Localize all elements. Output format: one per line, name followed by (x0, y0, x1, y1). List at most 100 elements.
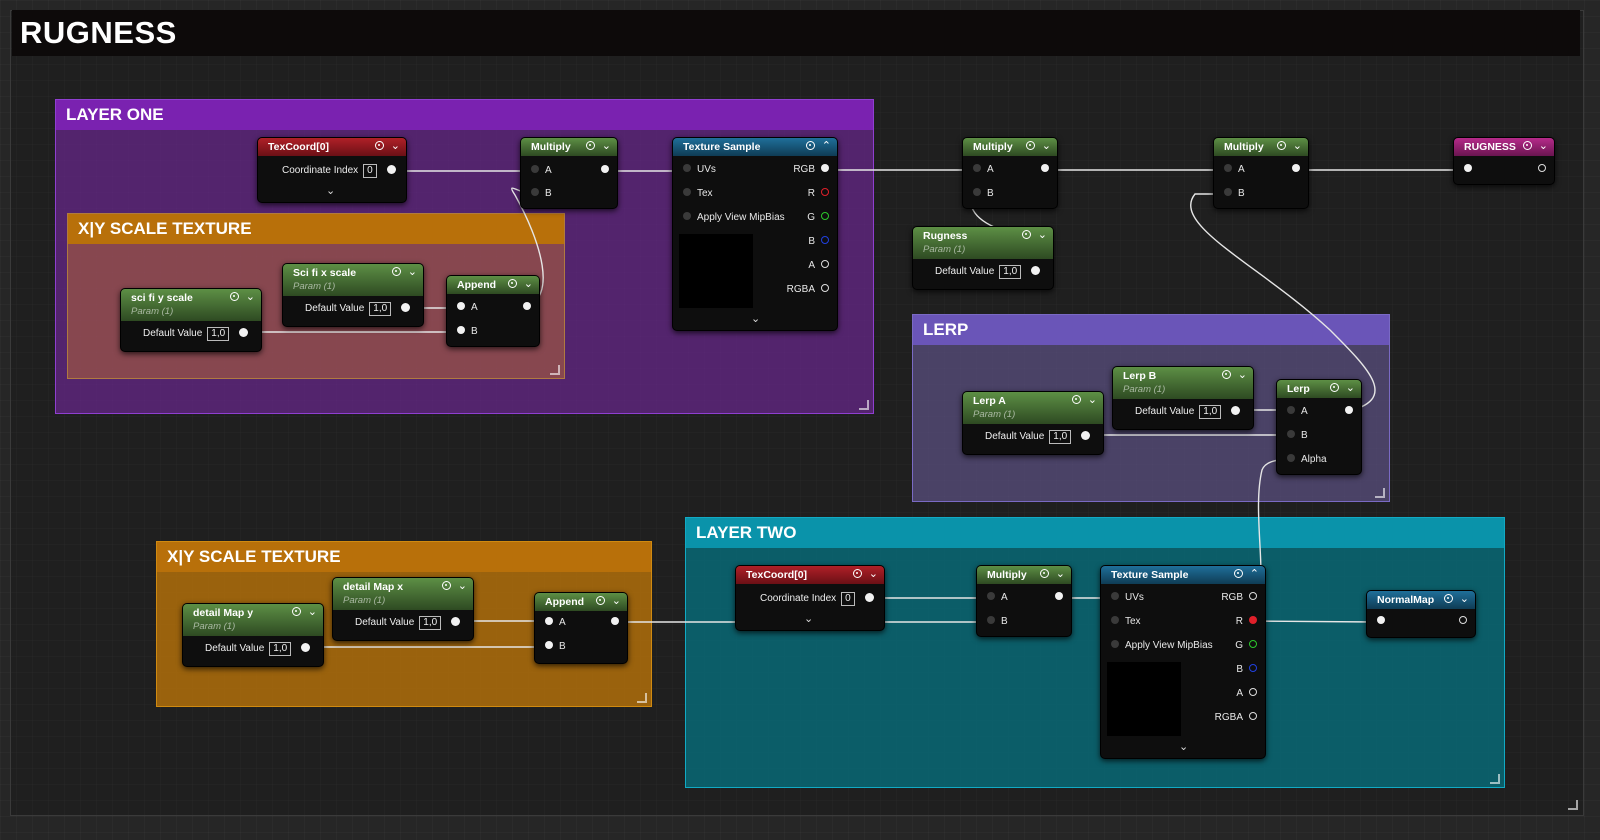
normal-map-node[interactable]: NormalMap ⌄ (1366, 590, 1476, 638)
chevron-down-icon[interactable]: ⌄ (1539, 139, 1548, 152)
chevron-down-icon[interactable]: ⌄ (391, 139, 400, 152)
coordinate-index-row[interactable]: Coordinate Index 0 (760, 592, 874, 606)
preview-toggle-icon[interactable] (853, 569, 862, 578)
output-pin[interactable] (599, 617, 619, 631)
output-pin[interactable] (386, 165, 396, 174)
multiply-node-4[interactable]: Multiply ⌄ A B (976, 565, 1072, 637)
output-pin-g[interactable]: G (769, 212, 829, 226)
output-pin[interactable] (511, 302, 531, 316)
default-value-field[interactable]: 1,0 (419, 616, 442, 630)
rugness-output-node[interactable]: RUGNESS ⌄ (1453, 137, 1555, 185)
chevron-down-icon[interactable]: ⌄ (602, 139, 611, 152)
preview-toggle-icon[interactable] (1040, 569, 1049, 578)
preview-toggle-icon[interactable] (392, 267, 401, 276)
preview-toggle-icon[interactable] (1523, 141, 1532, 150)
preview-toggle-icon[interactable] (1072, 395, 1081, 404)
output-pin-rgb[interactable]: RGB (1197, 592, 1257, 606)
output-pin[interactable] (1333, 406, 1353, 420)
output-pin[interactable] (1231, 406, 1241, 415)
preview-toggle-icon[interactable] (292, 607, 301, 616)
expand-chevron-icon[interactable]: ⌄ (804, 612, 813, 625)
default-value-row[interactable]: Default Value 1,0 (305, 302, 411, 316)
chevron-up-icon[interactable]: ⌃ (822, 139, 831, 152)
output-pin-rgba[interactable]: RGBA (769, 284, 829, 298)
preview-toggle-icon[interactable] (508, 279, 517, 288)
output-pin-b[interactable]: B (1197, 664, 1257, 678)
texture-sample-node-1[interactable]: Texture Sample ⌃ UVs Tex Apply View MipB… (672, 137, 838, 331)
chevron-down-icon[interactable]: ⌄ (1088, 393, 1097, 406)
chevron-down-icon[interactable]: ⌄ (612, 594, 621, 607)
output-pin[interactable] (589, 165, 609, 179)
default-value-row[interactable]: Default Value 1,0 (205, 642, 311, 656)
texcoord-node-1[interactable]: TexCoord[0] ⌄ Coordinate Index 0 ⌄ (257, 137, 407, 203)
chevron-down-icon[interactable]: ⌄ (1056, 567, 1065, 580)
default-value-row[interactable]: Default Value 1,0 (1135, 405, 1241, 419)
output-pin[interactable] (451, 617, 461, 626)
default-value-row[interactable]: Default Value 1,0 (143, 327, 249, 341)
output-pin-r[interactable]: R (769, 188, 829, 202)
chevron-down-icon[interactable]: ⌄ (1042, 139, 1051, 152)
chevron-down-icon[interactable]: ⌄ (1346, 381, 1355, 394)
default-value-row[interactable]: Default Value 1,0 (985, 430, 1091, 444)
preview-toggle-icon[interactable] (1026, 141, 1035, 150)
default-value-field[interactable]: 1,0 (269, 642, 292, 656)
output-pin[interactable] (401, 303, 411, 312)
sci-fi-x-scale-node[interactable]: Sci fi x scale Param (1) ⌄ Default Value… (282, 263, 424, 327)
preview-toggle-icon[interactable] (806, 141, 815, 150)
output-pin-r[interactable]: R (1197, 616, 1257, 630)
coordinate-index-field[interactable]: 0 (363, 164, 377, 178)
detail-map-x-node[interactable]: detail Map x Param (1) ⌄ Default Value 1,… (332, 577, 474, 641)
output-pin[interactable] (301, 643, 311, 652)
texture-sample-node-2[interactable]: Texture Sample ⌃ UVs Tex Apply View MipB… (1100, 565, 1266, 759)
multiply-node-2[interactable]: Multiply ⌄ A B (962, 137, 1058, 209)
chevron-down-icon[interactable]: ⌄ (1038, 228, 1047, 241)
texcoord-node-2[interactable]: TexCoord[0] ⌄ Coordinate Index 0 ⌄ (735, 565, 885, 631)
preview-toggle-icon[interactable] (375, 141, 384, 150)
chevron-down-icon[interactable]: ⌄ (246, 290, 255, 303)
default-value-row[interactable]: Default Value 1,0 (355, 616, 461, 630)
coordinate-index-row[interactable]: Coordinate Index 0 (282, 164, 396, 178)
chevron-down-icon[interactable]: ⌄ (1293, 139, 1302, 152)
default-value-field[interactable]: 1,0 (207, 327, 230, 341)
output-pin-rgb[interactable]: RGB (769, 164, 829, 178)
output-pin[interactable] (1081, 431, 1091, 440)
output-pin[interactable] (1280, 164, 1300, 178)
multiply-node-3[interactable]: Multiply ⌄ A B (1213, 137, 1309, 209)
preview-toggle-icon[interactable] (586, 141, 595, 150)
expand-chevron-icon[interactable]: ⌄ (326, 184, 335, 197)
default-value-field[interactable]: 1,0 (999, 265, 1022, 279)
coordinate-index-field[interactable]: 0 (841, 592, 855, 606)
default-value-field[interactable]: 1,0 (369, 302, 392, 316)
expand-chevron-icon[interactable]: ⌄ (1179, 740, 1188, 753)
lerp-a-node[interactable]: Lerp A Param (1) ⌄ Default Value 1,0 (962, 391, 1104, 455)
output-pin-b[interactable]: B (769, 236, 829, 250)
preview-toggle-icon[interactable] (1022, 230, 1031, 239)
preview-toggle-icon[interactable] (1330, 383, 1339, 392)
lerp-node[interactable]: Lerp ⌄ A B Alpha (1276, 379, 1362, 475)
chevron-down-icon[interactable]: ⌄ (308, 605, 317, 618)
chevron-down-icon[interactable]: ⌄ (458, 579, 467, 592)
output-pin[interactable] (864, 593, 874, 602)
preview-toggle-icon[interactable] (1222, 370, 1231, 379)
preview-toggle-icon[interactable] (1444, 594, 1453, 603)
output-pin[interactable] (1526, 164, 1546, 178)
preview-toggle-icon[interactable] (1277, 141, 1286, 150)
default-value-row[interactable]: Default Value 1,0 (935, 265, 1041, 279)
output-pin[interactable] (1031, 266, 1041, 275)
sci-fi-y-scale-node[interactable]: sci fi y scale Param (1) ⌄ Default Value… (120, 288, 262, 352)
chevron-down-icon[interactable]: ⌄ (524, 277, 533, 290)
chevron-up-icon[interactable]: ⌃ (1250, 567, 1259, 580)
output-pin[interactable] (1447, 616, 1467, 630)
chevron-down-icon[interactable]: ⌄ (869, 567, 878, 580)
output-pin[interactable] (1029, 164, 1049, 178)
graph-resize-handle[interactable] (1568, 800, 1578, 810)
output-pin-rgba[interactable]: RGBA (1197, 712, 1257, 726)
preview-toggle-icon[interactable] (230, 292, 239, 301)
expand-chevron-icon[interactable]: ⌄ (751, 312, 760, 325)
chevron-down-icon[interactable]: ⌄ (1460, 592, 1469, 605)
rugness-param-node[interactable]: Rugness Param (1) ⌄ Default Value 1,0 (912, 226, 1054, 290)
chevron-down-icon[interactable]: ⌄ (1238, 368, 1247, 381)
preview-toggle-icon[interactable] (1234, 569, 1243, 578)
output-pin-g[interactable]: G (1197, 640, 1257, 654)
multiply-node-1[interactable]: Multiply ⌄ A B (520, 137, 618, 209)
